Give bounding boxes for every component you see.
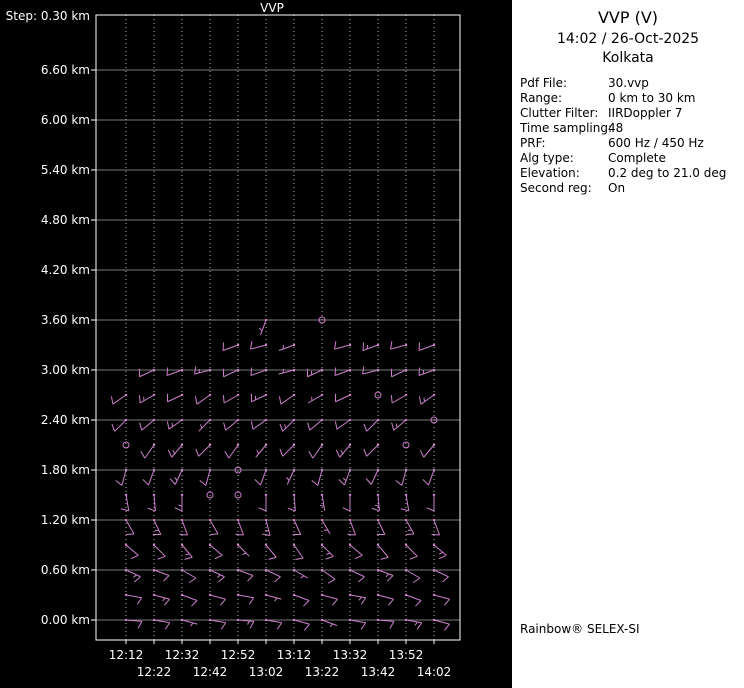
parameter-value: 0 km to 30 km <box>608 91 696 105</box>
wind-barbs-layer <box>110 316 450 631</box>
parameter-value: 0.2 deg to 21.0 deg <box>608 166 727 180</box>
chart-title: VVP <box>260 1 284 15</box>
vvp-chart: VVP Step: 0.30 km 6.60 km 6.00 km 5.40 km 4… <box>0 0 512 688</box>
info-panel: VVP (V) 14:02 / 26-Oct-2025 Kolkata Pdf … <box>512 0 744 688</box>
y-axis-tick-label: 4.20 km <box>41 263 90 277</box>
y-axis-tick-label: 6.00 km <box>41 113 90 127</box>
parameter-label: Alg type: <box>520 151 574 165</box>
x-axis-labels: 12:12 12:22 12:32 12:42 12:52 13:02 13:12 13:22… <box>109 640 452 679</box>
x-axis-tick-label: 13:42 <box>361 665 396 679</box>
parameter-label: Clutter Filter: <box>520 106 599 120</box>
vvp-chart-svg: VVP Step: 0.30 km 6.60 km 6.00 km 5.40 km 4… <box>6 1 461 679</box>
vvp-application-window: VVP Step: 0.30 km 6.60 km 6.00 km 5.40 km 4… <box>0 0 744 688</box>
parameter-label: Elevation: <box>520 166 580 180</box>
x-axis-tick-label: 13:52 <box>389 648 424 662</box>
parameter-label: PRF: <box>520 136 546 150</box>
parameter-value: 600 Hz / 450 Hz <box>608 136 704 150</box>
parameter-label: Time sampling: <box>520 121 613 135</box>
step-label: Step: 0.30 km <box>6 9 90 23</box>
x-axis-tick-label: 13:22 <box>305 665 340 679</box>
parameter-list: Pdf File: 30.vvp Range: 0 km to 30 km Clutte… <box>512 66 744 196</box>
parameter-value: On <box>608 181 626 195</box>
y-axis-tick-label: 4.80 km <box>41 213 90 227</box>
y-axis-tick-label: 1.20 km <box>41 513 90 527</box>
parameter-value: 48 <box>608 121 624 135</box>
x-axis-tick-label: 12:22 <box>137 665 172 679</box>
parameter-value: 30.vvp <box>608 76 649 90</box>
product-datetime: 14:02 / 26-Oct-2025 <box>556 31 700 47</box>
x-axis-tick-label: 13:02 <box>249 665 284 679</box>
footer-brand: Rainbow® SELEX-SI <box>520 622 640 636</box>
parameter-value: IIRDoppler 7 <box>608 106 683 120</box>
x-axis-tick-label: 12:32 <box>165 648 200 662</box>
parameter-label: Pdf File: <box>520 76 568 90</box>
x-axis-tick-label: 12:12 <box>109 648 144 662</box>
x-axis-tick-label: 12:42 <box>193 665 228 679</box>
product-title: VVP (V) <box>597 8 659 27</box>
y-axis-tick-label: 6.60 km <box>41 63 90 77</box>
y-axis-tick-label: 5.40 km <box>41 163 90 177</box>
y-axis-tick-label: 2.40 km <box>41 413 90 427</box>
y-axis-tick-label: 1.80 km <box>41 463 90 477</box>
y-axis-tick-label: 3.00 km <box>41 363 90 377</box>
y-axis-tick-label: 0.00 km <box>41 613 90 627</box>
x-axis-tick-label: 13:12 <box>277 648 312 662</box>
x-axis-tick-label: 13:32 <box>333 648 368 662</box>
y-axis-labels: 6.60 km 6.00 km 5.40 km 4.80 km 4.20 km 3.60 … <box>41 63 96 627</box>
parameter-label: Second reg: <box>520 181 592 195</box>
y-axis-tick-label: 0.60 km <box>41 563 90 577</box>
x-axis-tick-label: 14:02 <box>417 665 452 679</box>
x-axis-tick-label: 12:52 <box>221 648 256 662</box>
parameter-label: Range: <box>520 91 563 105</box>
y-axis-tick-label: 3.60 km <box>41 313 90 327</box>
site-name: Kolkata <box>602 50 654 66</box>
grid-layer <box>95 14 461 641</box>
parameter-value: Complete <box>608 151 666 165</box>
